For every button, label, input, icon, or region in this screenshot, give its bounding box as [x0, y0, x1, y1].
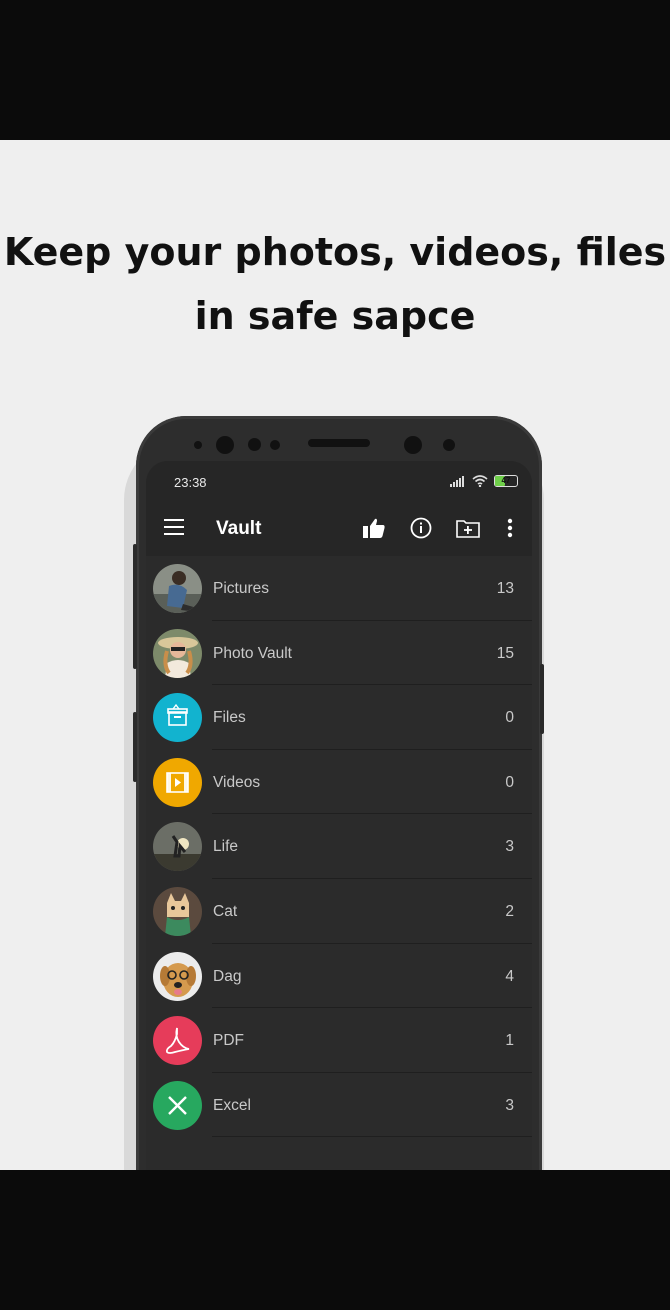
list-item[interactable]: Dag 4: [146, 944, 532, 1009]
photo-thumbnail: [153, 951, 202, 1001]
folder-count: 3: [505, 838, 514, 856]
earpiece-speaker: [308, 439, 370, 447]
folder-count: 1: [505, 1032, 514, 1050]
headline: Keep your photos, videos, files in safe …: [0, 220, 670, 348]
volume-button: [133, 544, 137, 669]
photo-thumbnail: [153, 886, 202, 936]
top-letterbox: [0, 0, 670, 140]
list-item[interactable]: PDF 1: [146, 1008, 532, 1073]
list-item[interactable]: Videos 0: [146, 750, 532, 815]
app-toolbar: Vault: [146, 501, 532, 556]
folder-name: Videos: [213, 773, 261, 791]
phone-screen: 23:38 47 Vault Pictures 13 Photo Vault 1…: [146, 461, 532, 1170]
list-item[interactable]: Files 0: [146, 685, 532, 750]
sensor-dot: [248, 438, 261, 451]
folder-name: Cat: [213, 902, 238, 920]
side-button: [540, 664, 544, 734]
list-item[interactable]: Cat 2: [146, 879, 532, 944]
folder-count: 15: [496, 644, 514, 662]
files-icon: [153, 693, 202, 743]
info-icon[interactable]: [408, 515, 434, 541]
headline-line-1: Keep your photos, videos, files: [3, 230, 667, 274]
folder-count: 13: [496, 580, 514, 597]
sensor-dot: [270, 440, 280, 450]
folder-name: Files: [213, 709, 246, 727]
bottom-letterbox: [0, 1170, 670, 1310]
status-bar: 23:38 47: [146, 461, 532, 501]
folder-count: 4: [505, 967, 514, 985]
excel-icon: [153, 1080, 202, 1130]
front-camera: [216, 436, 234, 454]
front-camera-2: [404, 436, 422, 454]
list-item[interactable]: Photo Vault 15: [146, 621, 532, 686]
toolbar-title: Vault: [216, 518, 262, 539]
thumbs-up-icon[interactable]: [361, 515, 387, 541]
folder-count: 0: [505, 709, 514, 727]
headline-line-2: in safe sapce: [194, 294, 476, 338]
folder-name: Life: [213, 838, 238, 856]
folder-list: Pictures 13 Photo Vault 15 Files 0 Video…: [146, 556, 532, 1138]
battery-icon: 47: [494, 475, 518, 487]
power-button: [133, 712, 137, 782]
folder-name: Excel: [213, 1096, 251, 1114]
folder-count: 2: [505, 902, 514, 920]
videos-icon: [153, 757, 202, 807]
folder-name: Dag: [213, 967, 242, 985]
signal-icon: [450, 475, 464, 487]
folder-name: PDF: [213, 1032, 244, 1050]
photo-thumbnail: [153, 628, 202, 678]
wifi-icon: [472, 475, 488, 487]
status-time: 23:38: [174, 475, 207, 490]
sensor-dot: [443, 439, 455, 451]
photo-thumbnail: [153, 564, 202, 613]
more-vert-icon[interactable]: [497, 515, 523, 541]
list-item[interactable]: Excel 3: [146, 1073, 532, 1138]
list-item[interactable]: Pictures 13: [146, 556, 532, 621]
menu-icon[interactable]: [164, 519, 184, 535]
sensor-dot: [194, 441, 202, 449]
folder-name: Pictures: [213, 580, 269, 597]
phone-frame: 23:38 47 Vault Pictures 13 Photo Vault 1…: [133, 416, 544, 1170]
new-folder-icon[interactable]: [455, 515, 481, 541]
photo-thumbnail: [153, 822, 202, 872]
promo-canvas: Keep your photos, videos, files in safe …: [0, 140, 670, 1170]
battery-level: 47: [501, 476, 511, 485]
folder-count: 0: [505, 773, 514, 791]
folder-name: Photo Vault: [213, 644, 292, 662]
folder-count: 3: [505, 1096, 514, 1114]
list-item[interactable]: Life 3: [146, 814, 532, 879]
pdf-icon: [153, 1016, 202, 1066]
